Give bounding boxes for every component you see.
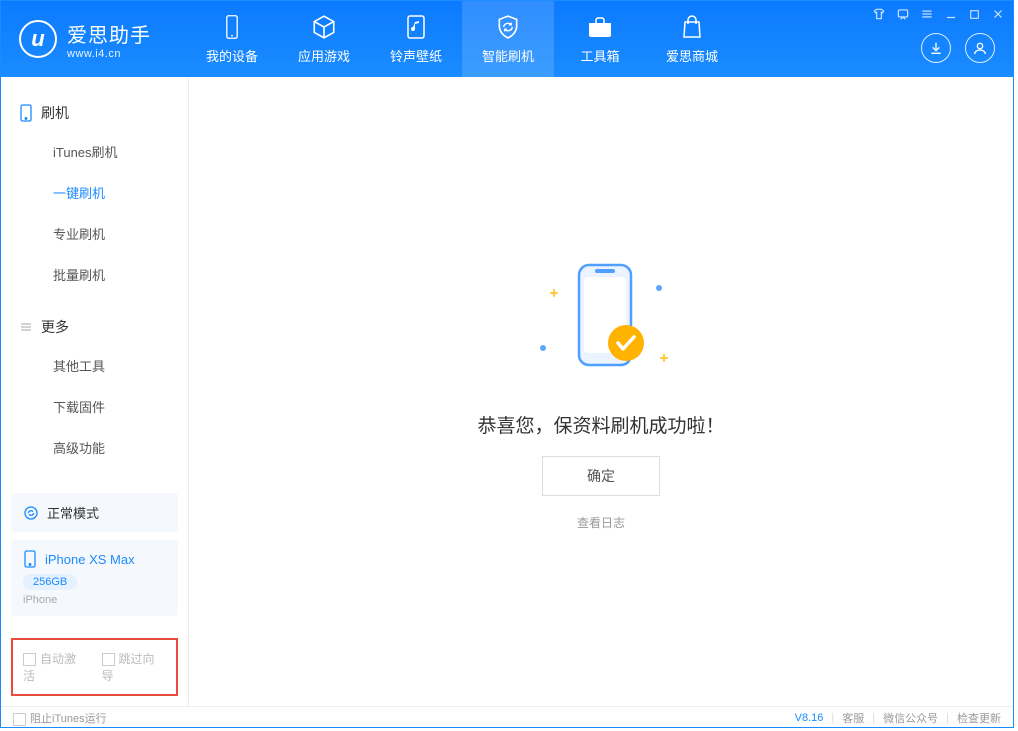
list-icon [19,320,33,334]
sidebar-item-batch-flash[interactable]: 批量刷机 [1,254,188,295]
cube-icon [311,14,337,40]
device-name: iPhone XS Max [45,552,135,567]
user-button[interactable] [965,33,995,63]
phone-icon [219,14,245,40]
tab-ringtones[interactable]: 铃声壁纸 [370,1,462,77]
shield-refresh-icon [495,14,521,40]
sidebar-item-itunes-flash[interactable]: iTunes刷机 [1,131,188,172]
menu-icon[interactable] [920,7,934,26]
version-label: V8.16 [795,712,824,724]
main-tabs: 我的设备 应用游戏 铃声壁纸 智能刷机 工具箱 爱思商城 [186,1,921,77]
tab-store[interactable]: 爱思商城 [646,1,738,77]
group-title: 更多 [41,317,69,337]
view-log-link[interactable]: 查看日志 [577,514,625,531]
sidebar-item-oneclick-flash[interactable]: 一键刷机 [1,172,188,213]
header-actions [921,19,1013,77]
checkbox-skip-guide[interactable]: 跳过向导 [102,650,167,684]
bag-icon [679,14,705,40]
sidebar-item-other-tools[interactable]: 其他工具 [1,345,188,386]
sidebar-item-pro-flash[interactable]: 专业刷机 [1,213,188,254]
tab-label: 我的设备 [206,46,258,65]
app-header: u 爱思助手 www.i4.cn 我的设备 应用游戏 铃声壁纸 智能刷机 [1,1,1013,77]
success-message: 恭喜您，保资料刷机成功啦！ [477,411,724,438]
sidebar: 刷机 iTunes刷机 一键刷机 专业刷机 批量刷机 更多 其他工具 下载固件 … [1,77,189,706]
music-file-icon [403,14,429,40]
window-controls [872,7,1005,26]
tab-my-device[interactable]: 我的设备 [186,1,278,77]
device-type: iPhone [23,594,166,606]
device-card[interactable]: iPhone XS Max 256GB iPhone [11,540,178,616]
mode-card[interactable]: 正常模式 [11,493,178,532]
status-bar: 阻止iTunes运行 V8.16 | 客服 | 微信公众号 | 检查更新 [1,706,1013,729]
checkbox-block-itunes[interactable]: 阻止iTunes运行 [13,710,107,726]
logo-icon: u [19,20,57,58]
main-content: 恭喜您，保资料刷机成功啦！ 确定 查看日志 [189,77,1013,706]
sidebar-item-advanced[interactable]: 高级功能 [1,427,188,468]
footer-link-update[interactable]: 检查更新 [957,710,1001,726]
minimize-icon[interactable] [944,7,958,26]
tab-label: 铃声壁纸 [390,46,442,65]
download-button[interactable] [921,33,951,63]
group-title: 刷机 [41,103,69,123]
sidebar-item-download-firmware[interactable]: 下载固件 [1,386,188,427]
close-icon[interactable] [991,7,1005,26]
tshirt-icon[interactable] [872,7,886,26]
tab-label: 工具箱 [580,46,619,65]
footer-link-wechat[interactable]: 微信公众号 [883,710,938,726]
footer-link-support[interactable]: 客服 [842,710,864,726]
tab-label: 应用游戏 [298,46,350,65]
phone-icon [19,104,33,122]
sidebar-group-more: 更多 [1,309,188,345]
feedback-icon[interactable] [896,7,910,26]
device-icon [23,550,37,568]
refresh-icon [23,505,39,521]
tab-label: 智能刷机 [482,46,534,65]
tab-smart-flash[interactable]: 智能刷机 [462,1,554,77]
maximize-icon[interactable] [968,8,981,26]
mode-label: 正常模式 [47,503,99,522]
checkbox-auto-activate[interactable]: 自动激活 [23,650,88,684]
tab-label: 爱思商城 [666,46,718,65]
option-checkbox-row: 自动激活 跳过向导 [11,638,178,696]
tab-apps-games[interactable]: 应用游戏 [278,1,370,77]
tab-toolbox[interactable]: 工具箱 [554,1,646,77]
brand-name: 爱思助手 [67,19,151,48]
ok-button[interactable]: 确定 [542,456,660,496]
toolbox-icon [587,14,613,40]
device-storage: 256GB [23,574,77,590]
brand-domain: www.i4.cn [67,48,151,60]
app-logo: u 爱思助手 www.i4.cn [1,1,186,77]
sidebar-group-flash: 刷机 [1,95,188,131]
success-illustration [501,253,701,393]
